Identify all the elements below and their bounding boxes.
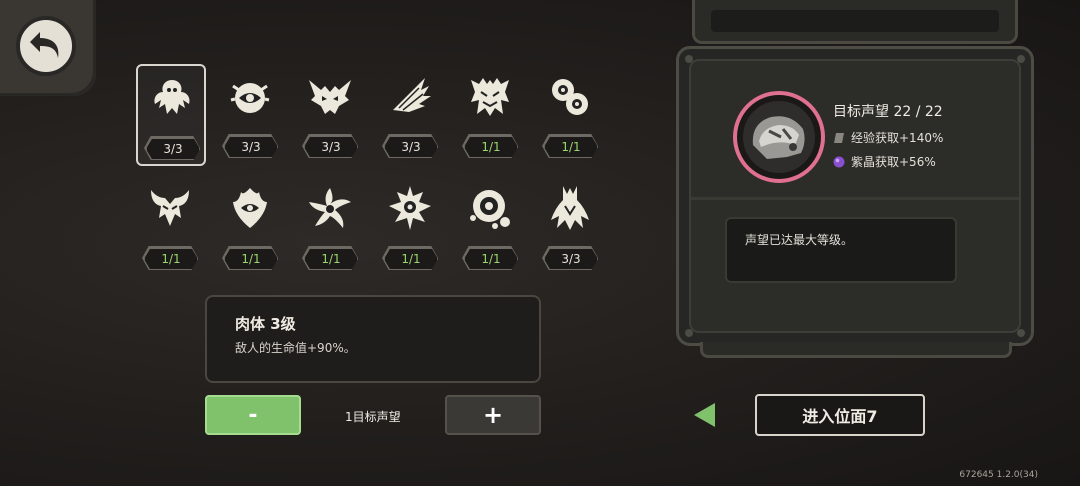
reputation-message: 声望已达最大等级。 bbox=[745, 233, 854, 247]
modifier-cell-5[interactable]: 1/1 bbox=[456, 64, 526, 166]
spiral-star-icon bbox=[309, 188, 351, 228]
modifier-cell-7[interactable]: 1/1 bbox=[136, 176, 206, 278]
exp-bonus-row: 经验获取+140% bbox=[833, 129, 943, 146]
modifier-cell-1[interactable]: 3/3 bbox=[136, 64, 206, 166]
purple-crystal-icon bbox=[833, 156, 845, 167]
back-button[interactable] bbox=[0, 0, 96, 96]
modifier-cell-3[interactable]: 3/3 bbox=[296, 64, 366, 166]
modifier-level-badge: 1/1 bbox=[144, 248, 198, 270]
horned-mask-icon bbox=[151, 190, 189, 226]
modifier-cell-8[interactable]: 1/1 bbox=[216, 176, 286, 278]
modifier-cell-10[interactable]: 1/1 bbox=[376, 176, 446, 278]
reputation-avatar bbox=[733, 91, 825, 183]
enter-plane-button[interactable]: 进入位面7 bbox=[755, 394, 925, 436]
modifier-level-badge: 3/3 bbox=[304, 136, 358, 158]
feather-claw-icon bbox=[393, 78, 431, 112]
flame-eye-icon bbox=[233, 188, 267, 228]
armored-head-icon bbox=[741, 99, 817, 175]
modifier-level-badge: 1/1 bbox=[384, 248, 438, 270]
modifier-level-badge: 3/3 bbox=[146, 138, 200, 160]
undo-arrow-icon bbox=[16, 16, 76, 76]
twin-skull-icon bbox=[471, 78, 509, 116]
eye-sphere-icon bbox=[230, 83, 270, 113]
modifier-info-description: 敌人的生命值+90%。 bbox=[235, 341, 356, 355]
wing-creature-icon bbox=[154, 80, 190, 114]
modifier-level-badge: 3/3 bbox=[384, 136, 438, 158]
exp-bonus-text: 经验获取+140% bbox=[851, 131, 944, 145]
modifier-level-badge: 1/1 bbox=[464, 136, 518, 158]
modifier-cell-9[interactable]: 1/1 bbox=[296, 176, 366, 278]
modifier-level-badge: 1/1 bbox=[544, 136, 598, 158]
root-claw-icon bbox=[551, 186, 589, 230]
modifier-level-badge: 1/1 bbox=[224, 248, 278, 270]
modifier-cell-11[interactable]: 1/1 bbox=[456, 176, 526, 278]
exp-book-icon bbox=[834, 132, 844, 143]
modifier-info-title: 肉体 3级 bbox=[235, 315, 296, 333]
modifier-cell-2[interactable]: 3/3 bbox=[216, 64, 286, 166]
reputation-level: 目标声望 22 / 22 bbox=[833, 104, 943, 120]
spiked-orb-icon bbox=[389, 186, 431, 230]
modifier-cell-4[interactable]: 3/3 bbox=[376, 64, 446, 166]
previous-arrow-icon[interactable] bbox=[693, 402, 717, 428]
reputation-panel: 目标声望 22 / 22 经验获取+140% 紫晶获取+56% 声望已达最大等级… bbox=[676, 46, 1034, 346]
crystal-bonus-row: 紫晶获取+56% bbox=[833, 153, 936, 170]
modifier-level-badge: 3/3 bbox=[224, 136, 278, 158]
swirl-orbs-icon bbox=[552, 79, 588, 115]
crystal-bonus-text: 紫晶获取+56% bbox=[851, 155, 936, 169]
version-text: 672645 1.2.0(34) bbox=[959, 470, 1038, 480]
target-reputation-label: 1目标声望 bbox=[345, 410, 401, 424]
panel-top-frame bbox=[692, 0, 1018, 44]
panel-bottom-frame bbox=[700, 342, 1012, 358]
target-orb-icon bbox=[470, 190, 510, 229]
modifier-info-panel: 肉体 3级 敌人的生命值+90%。 bbox=[205, 295, 541, 383]
modifier-cell-12[interactable]: 3/3 bbox=[536, 176, 606, 278]
modifier-grid: 3/3 3/3 3/3 3/3 1/1 1/1 1/1 1/1 1/1 1/1 … bbox=[136, 64, 598, 274]
reputation-message-box: 声望已达最大等级。 bbox=[725, 217, 957, 283]
modifier-level-badge: 3/3 bbox=[544, 248, 598, 270]
demon-skull-icon bbox=[309, 80, 351, 114]
modifier-level-badge: 1/1 bbox=[304, 248, 358, 270]
decrease-button[interactable]: - bbox=[205, 395, 301, 435]
increase-button[interactable]: + bbox=[445, 395, 541, 435]
modifier-cell-6[interactable]: 1/1 bbox=[536, 64, 606, 166]
modifier-level-badge: 1/1 bbox=[464, 248, 518, 270]
